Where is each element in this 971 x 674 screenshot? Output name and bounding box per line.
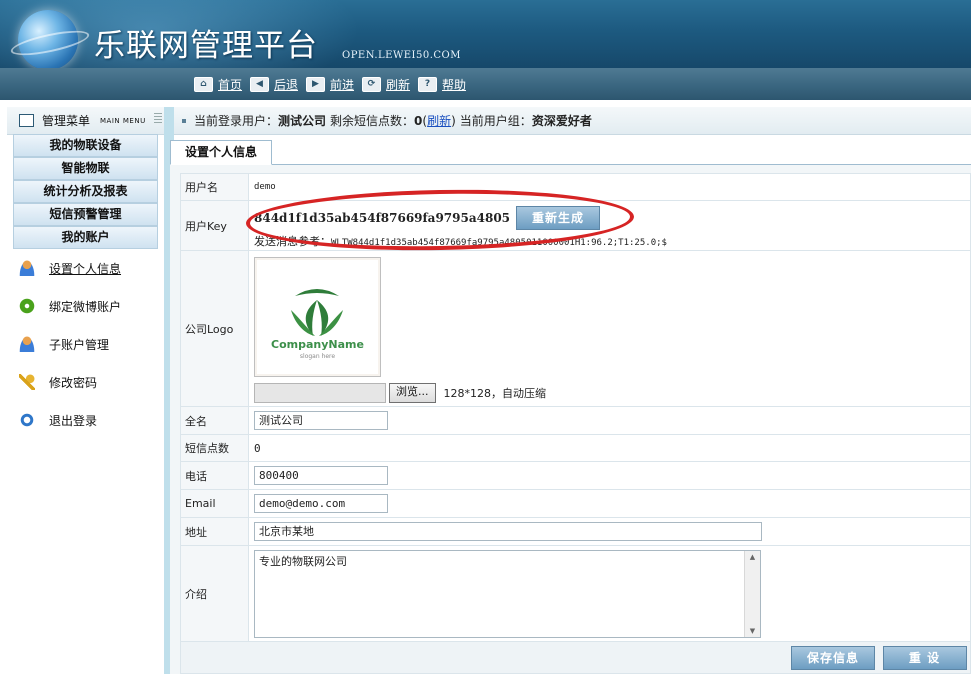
userkey-label: 用户Key [180,200,249,251]
logo-label: 公司Logo [180,250,249,407]
nav-forward-link[interactable]: 前进 [330,76,354,93]
nav-back-link[interactable]: 后退 [274,76,298,93]
sidebar-item-label[interactable]: 修改密码 [49,374,97,391]
nav-refresh[interactable]: ⟳ 刷新 [362,76,410,92]
intro-label: 介绍 [180,545,249,642]
fullname-label: 全名 [180,406,249,435]
scroll-down-icon[interactable]: ▼ [745,625,760,637]
address-input[interactable]: 北京市某地 [254,522,762,541]
menu-header: 管理菜单 MAIN MENU [7,107,164,135]
logo-hint: 128*128，自动压缩 [443,386,547,400]
help-icon[interactable]: ? [418,76,437,92]
nav-back[interactable]: ◀ 后退 [250,76,298,92]
sms-points-label: 短信点数 [180,434,249,462]
logo-file-input[interactable] [254,382,386,403]
sidebar-item-logout[interactable]: 退出登录 [19,409,97,431]
sidebar-item-label[interactable]: 设置个人信息 [49,260,121,277]
reset-button[interactable]: 重 设 [882,645,967,670]
form-actions: 保存信息 重 设 [180,641,971,674]
back-icon[interactable]: ◀ [250,76,269,92]
login-label: 当前登录用户： [194,114,279,128]
forward-icon[interactable]: ▶ [306,76,325,92]
site-url: OPEN.LEWEI50.COM [342,50,461,61]
sidebar-item-label[interactable]: 绑定微博账户 [49,298,121,315]
top-header: 乐联网管理平台 OPEN.LEWEI50.COM [0,0,971,68]
user-group: 资深爱好者 [531,114,592,128]
textarea-scrollbar[interactable]: ▲ ▼ [744,550,760,637]
user-icon [19,260,35,276]
scroll-up-icon[interactable]: ▲ [745,551,760,563]
logo-slogan: slogan here [299,352,336,360]
save-button[interactable]: 保存信息 [791,645,875,670]
fullname-input[interactable]: 测试公司 [254,411,388,430]
home-icon[interactable]: ⌂ [194,76,213,92]
sidebar-item-weibo[interactable]: 绑定微博账户 [19,295,121,317]
logo-company-name: CompanyName [271,337,364,351]
sms-label: 剩余短信点数： [330,114,415,128]
nav-refresh-link[interactable]: 刷新 [386,76,410,93]
bullet-icon [182,118,186,123]
browse-button[interactable]: 浏览... [389,382,436,403]
app-title: 乐联网管理平台 [94,28,318,64]
refresh-icon[interactable]: ⟳ [362,76,381,92]
category-my-account[interactable]: 我的账户 [13,226,158,249]
nav-help[interactable]: ? 帮助 [418,76,466,92]
address-label: 地址 [180,517,249,546]
tab-strip: 设置个人信息 [170,138,971,165]
category-sms-alert[interactable]: 短信预警管理 [13,203,158,226]
menu-title-en: MAIN MENU [100,116,146,125]
user-icon [19,336,35,352]
phone-input[interactable]: 800400 [254,466,388,485]
category-statistics[interactable]: 统计分析及报表 [13,180,158,203]
phone-label: 电话 [180,461,249,490]
refresh-link[interactable]: 刷新 [427,112,451,129]
status-bar: 当前登录用户： 测试公司 剩余短信点数： 0 (刷新) 当前用户组： 资深爱好者 [174,107,971,135]
username-label: 用户名 [180,173,249,201]
email-label: Email [180,489,249,518]
nav-home[interactable]: ⌂ 首页 [194,76,242,92]
sidebar-item-label[interactable]: 退出登录 [49,412,97,429]
profile-form: 用户名 demo 用户Key 844d1f1d35ab454f87669fa97… [180,173,971,674]
sidebar-item-subaccounts[interactable]: 子账户管理 [19,333,109,355]
nav-help-link[interactable]: 帮助 [442,76,466,93]
nav-forward[interactable]: ▶ 前进 [306,76,354,92]
nav-home-link[interactable]: 首页 [218,76,242,93]
grip-icon[interactable] [154,113,162,125]
sms-count: 0 [414,113,423,128]
key-icon [19,374,35,390]
menu-icon [19,114,34,127]
weibo-icon [19,298,35,314]
exit-icon [19,412,35,428]
sidebar-item-label[interactable]: 子账户管理 [49,336,109,353]
navigation-bar: ⌂ 首页 ◀ 后退 ▶ 前进 ⟳ 刷新 ? 帮助 [0,68,971,100]
intro-textarea[interactable]: 专业的物联网公司 ▲ ▼ [254,549,761,638]
intro-text: 专业的物联网公司 [259,554,347,568]
sms-points-value: 0 [248,434,971,462]
sidebar-item-password[interactable]: 修改密码 [19,371,97,393]
group-label: 当前用户组： [459,114,532,128]
menu-title: 管理菜单 [42,114,91,128]
email-input[interactable]: demo@demo.com [254,494,388,513]
current-user: 测试公司 [278,114,327,128]
globe-logo-icon [9,10,91,68]
left-sidebar: 管理菜单 MAIN MENU 我的物联设备 智能物联 统计分析及报表 短信预警管… [7,107,174,674]
sidebar-item-profile[interactable]: 设置个人信息 [19,257,121,279]
tab-profile[interactable]: 设置个人信息 [170,140,273,165]
category-smart-iot[interactable]: 智能物联 [13,157,158,180]
category-devices[interactable]: 我的物联设备 [13,134,158,157]
company-logo-image: CompanyName slogan here [254,256,381,377]
